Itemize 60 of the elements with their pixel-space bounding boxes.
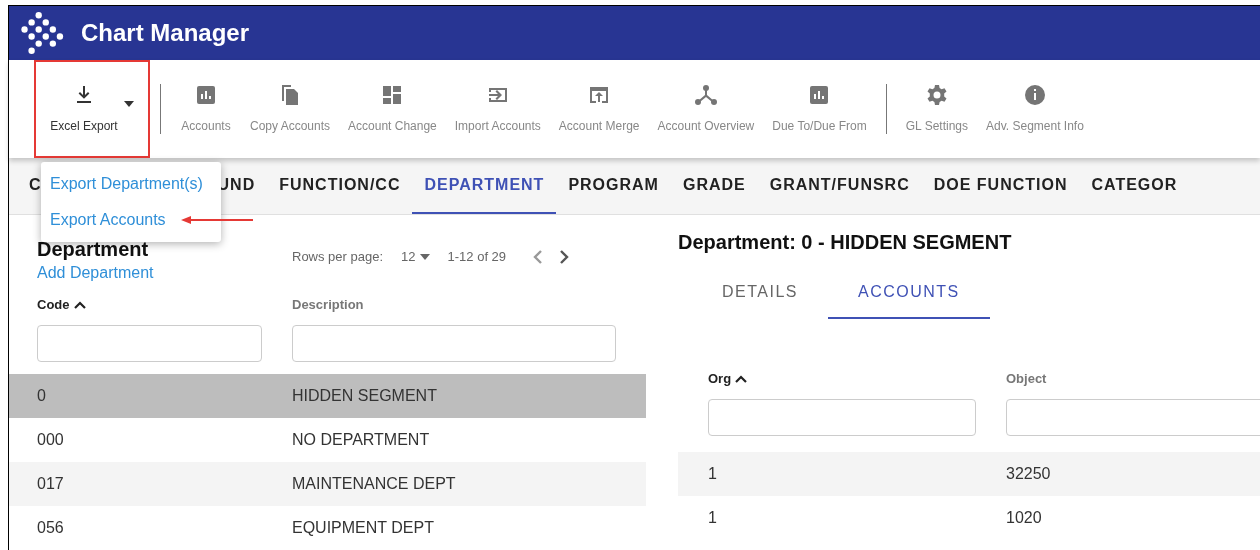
- filter-field[interactable]: [292, 325, 616, 362]
- table-cell-text: 1: [708, 464, 718, 484]
- table-cell-text: 32250: [1006, 464, 1051, 484]
- segment-tab[interactable]: GRANT/FUNSRC: [757, 158, 922, 214]
- info-icon: [1022, 83, 1047, 108]
- table-cell-text: NO DEPARTMENT: [292, 430, 430, 450]
- hierarchy-icon: [693, 83, 718, 108]
- segment-tab[interactable]: CATEGOR: [1079, 158, 1190, 214]
- caret-icon: [123, 101, 134, 108]
- detail-tab[interactable]: ACCOUNTS: [828, 267, 990, 319]
- toolbar-button[interactable]: Due To/Due From: [763, 83, 876, 136]
- sort-up-icon: [735, 374, 748, 384]
- previous-page-icon[interactable]: [532, 249, 545, 264]
- sort-up-icon: [73, 300, 86, 310]
- table-cell-text: 1020: [1006, 508, 1042, 528]
- table-cell-text: HIDDEN SEGMENT: [292, 386, 437, 406]
- toolbar-button[interactable]: Account Merge: [549, 83, 649, 136]
- segment-tab[interactable]: DEPARTMENT: [412, 158, 557, 214]
- list-title: Department: [37, 237, 150, 261]
- add-department-link[interactable]: Add Department: [37, 261, 292, 285]
- table-row[interactable]: 0 HIDDEN SEGMENT: [9, 374, 646, 418]
- table-row[interactable]: 017 MAINTENANCE DEPT: [9, 462, 646, 506]
- segment-tab[interactable]: DOE FUNCTION: [921, 158, 1080, 214]
- filter-field[interactable]: [708, 399, 976, 436]
- table-cell-text: 000: [37, 430, 65, 450]
- table-cell-text: 1: [708, 508, 718, 528]
- column-header[interactable]: Description: [292, 295, 616, 315]
- menu-item[interactable]: Export Department(s): [50, 172, 203, 196]
- toolbar-button[interactable]: Adv. Segment Info: [977, 83, 1093, 136]
- rows-per-page-label: Rows per page:: [292, 248, 384, 266]
- caret-icon: [419, 253, 430, 260]
- segment-tab[interactable]: FUNCTION/CC: [267, 158, 413, 214]
- segment-tab[interactable]: PROGRAM: [556, 158, 671, 214]
- menu-item[interactable]: Export Accounts: [50, 208, 166, 232]
- rows-per-page-select[interactable]: 12: [401, 247, 430, 267]
- excel-export-button[interactable]: Excel Export: [34, 60, 150, 159]
- column-header[interactable]: Org: [708, 369, 976, 389]
- filter-field[interactable]: [37, 325, 262, 362]
- column-header[interactable]: Object: [1006, 369, 1260, 389]
- toolbar-button[interactable]: Accounts: [171, 83, 241, 136]
- table-cell-text: EQUIPMENT DEPT: [292, 518, 434, 538]
- toolbar-button[interactable]: Import Accounts: [445, 83, 550, 136]
- toolbar-button[interactable]: Account Change: [339, 83, 446, 136]
- app-title: Chart Manager: [81, 18, 250, 48]
- column-header[interactable]: Code: [37, 295, 262, 315]
- segment-tab[interactable]: GRADE: [670, 158, 758, 214]
- detail-tab[interactable]: DETAILS: [692, 267, 828, 319]
- page-range: 1-12 of 29: [447, 248, 507, 266]
- table-cell-text: 056: [37, 518, 65, 538]
- toolbar-button[interactable]: GL Settings: [896, 83, 977, 136]
- detail-title: Department: 0 - HIDDEN SEGMENT: [678, 230, 1013, 255]
- table-cell-text: MAINTENANCE DEPT: [292, 474, 456, 494]
- table-cell-text: 017: [37, 474, 65, 494]
- toolbar-button[interactable]: Copy Accounts: [241, 83, 340, 136]
- next-page-icon[interactable]: [558, 249, 571, 264]
- filter-field[interactable]: [1006, 399, 1260, 436]
- segment-tab[interactable]: C: [23, 158, 48, 214]
- table-cell-text: 0: [37, 386, 47, 406]
- toolbar-button[interactable]: Account Overview: [648, 83, 764, 136]
- table-row[interactable]: 1 32250: [678, 452, 1260, 496]
